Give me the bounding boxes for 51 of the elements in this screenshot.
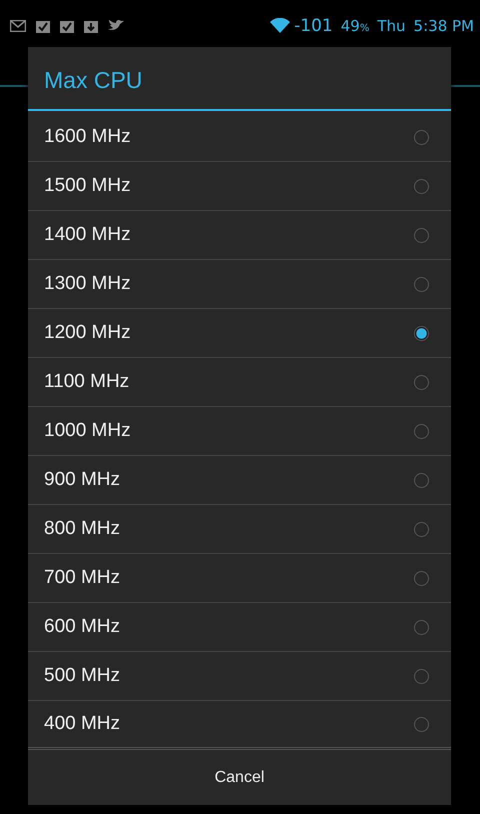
cancel-button[interactable]: Cancel xyxy=(28,751,451,805)
radio-button[interactable] xyxy=(414,326,429,340)
day-label: Thu xyxy=(377,16,406,34)
bag-check-icon xyxy=(60,18,74,32)
option-label: 400 MHz xyxy=(44,713,120,735)
option-row[interactable]: 1200 MHz xyxy=(28,309,451,358)
option-label: 500 MHz xyxy=(44,665,120,687)
radio-button[interactable] xyxy=(414,620,429,634)
option-label: 1100 MHz xyxy=(44,371,130,393)
radio-button[interactable] xyxy=(414,570,429,586)
option-label: 1200 MHz xyxy=(44,322,131,344)
wifi-icon xyxy=(270,18,290,33)
dialog-title: Max CPU xyxy=(43,66,144,95)
option-label: 1600 MHz xyxy=(44,126,131,148)
option-row[interactable]: 500 MHz xyxy=(28,652,451,701)
option-label: 1000 MHz xyxy=(44,420,131,442)
option-row[interactable]: 600 MHz xyxy=(28,603,451,652)
bag-download-icon xyxy=(84,18,98,32)
signal-strength: -101 xyxy=(294,16,333,36)
option-row[interactable]: 1600 MHz xyxy=(28,113,451,162)
radio-button[interactable] xyxy=(414,472,429,488)
option-row[interactable]: 400 MHz xyxy=(28,701,451,750)
battery-percent: 49% xyxy=(340,16,370,34)
option-row[interactable]: 900 MHz xyxy=(28,456,451,505)
clock: 5:38 PM xyxy=(414,16,474,34)
radio-button[interactable] xyxy=(414,178,429,194)
option-row[interactable]: 1000 MHz xyxy=(28,407,451,456)
option-row[interactable]: 1100 MHz xyxy=(28,358,451,407)
radio-button[interactable] xyxy=(414,228,429,242)
mail-icon xyxy=(10,20,26,32)
option-row[interactable]: 1300 MHz xyxy=(28,260,451,309)
option-row[interactable]: 1400 MHz xyxy=(28,211,451,260)
radio-button[interactable] xyxy=(414,668,429,684)
option-row[interactable]: 700 MHz xyxy=(28,554,451,603)
radio-button[interactable] xyxy=(414,276,429,292)
bird-icon xyxy=(108,19,124,32)
radio-button[interactable] xyxy=(414,374,429,390)
option-row[interactable]: 800 MHz xyxy=(28,505,451,554)
option-label: 1400 MHz xyxy=(44,224,131,246)
option-row[interactable]: 1500 MHz xyxy=(28,162,451,211)
radio-button[interactable] xyxy=(414,522,429,536)
bag-check-icon xyxy=(36,18,50,32)
option-label: 600 MHz xyxy=(44,616,120,638)
radio-button[interactable] xyxy=(414,424,429,438)
option-label: 1300 MHz xyxy=(44,273,131,295)
radio-button[interactable] xyxy=(414,716,429,732)
radio-button[interactable] xyxy=(414,130,429,144)
option-label: 900 MHz xyxy=(44,469,120,491)
option-label: 700 MHz xyxy=(44,567,120,589)
option-label: 800 MHz xyxy=(44,518,120,540)
option-label: 1500 MHz xyxy=(44,175,131,197)
